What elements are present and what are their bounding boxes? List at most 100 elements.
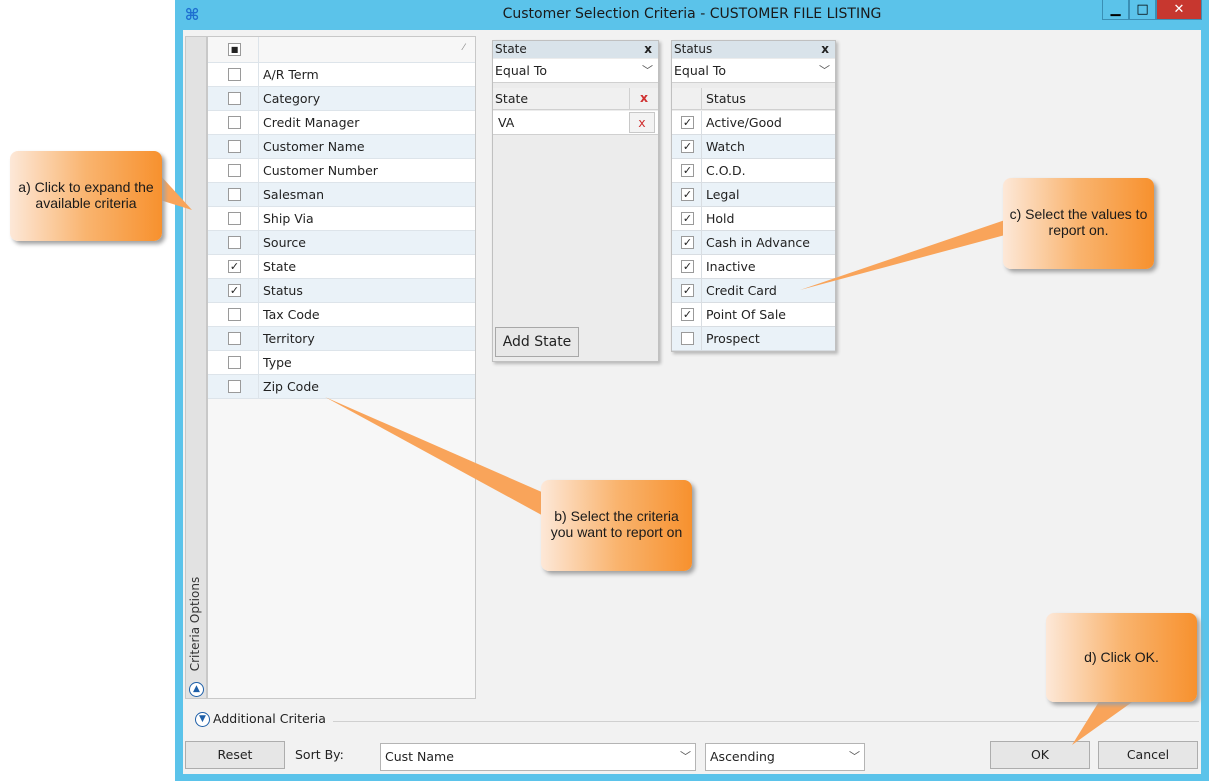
close-button[interactable]: ✕ xyxy=(1156,0,1202,20)
criteria-row[interactable]: Credit Manager xyxy=(208,111,475,135)
status-checkbox[interactable]: ✓ xyxy=(681,308,694,321)
sort-by-label: Sort By: xyxy=(295,747,344,762)
criteria-row[interactable]: Customer Number xyxy=(208,159,475,183)
status-checkbox[interactable]: ✓ xyxy=(681,212,694,225)
criteria-label: Category xyxy=(263,91,321,106)
status-row[interactable]: Prospect xyxy=(672,327,835,351)
expand-up-icon[interactable]: ▲ xyxy=(189,682,204,697)
status-label: Credit Card xyxy=(706,283,777,298)
status-checkbox[interactable]: ✓ xyxy=(681,164,694,177)
status-checkbox[interactable]: ✓ xyxy=(681,188,694,201)
status-checkbox[interactable]: ✓ xyxy=(681,260,694,273)
criteria-row[interactable]: Source xyxy=(208,231,475,255)
status-checkbox[interactable]: ✓ xyxy=(681,116,694,129)
criteria-label: Credit Manager xyxy=(263,115,360,130)
remove-state-icon[interactable]: x xyxy=(629,112,655,133)
resize-grip-icon[interactable]: ⁄ xyxy=(463,43,465,53)
criteria-list: ■ ⁄ A/R Term Category Credit Manager Custom… xyxy=(207,36,476,699)
criteria-checkbox[interactable] xyxy=(228,308,241,321)
criteria-checkbox[interactable]: ✓ xyxy=(228,284,241,297)
criteria-row[interactable]: Zip Code xyxy=(208,375,475,399)
callout-a: a) Click to expand the available criteri… xyxy=(10,151,162,241)
criteria-row[interactable]: Type xyxy=(208,351,475,375)
column-divider xyxy=(258,111,259,135)
criteria-row[interactable]: A/R Term xyxy=(208,63,475,87)
maximize-button[interactable]: □ xyxy=(1129,0,1156,20)
criteria-row[interactable]: Tax Code xyxy=(208,303,475,327)
state-value-row[interactable]: VA x xyxy=(493,111,658,135)
criteria-options-tab[interactable]: Criteria Options ▲ xyxy=(185,36,207,699)
criteria-row[interactable]: Customer Name xyxy=(208,135,475,159)
criteria-checkbox[interactable] xyxy=(228,236,241,249)
criteria-row[interactable]: Salesman xyxy=(208,183,475,207)
criteria-options-label: Criteria Options xyxy=(188,576,202,672)
status-row[interactable]: ✓ Active/Good xyxy=(672,111,835,135)
minimize-button[interactable]: ▁ xyxy=(1102,0,1129,20)
criteria-checkbox[interactable] xyxy=(228,116,241,129)
criteria-label: State xyxy=(263,259,297,274)
criteria-row[interactable]: Category xyxy=(208,87,475,111)
criteria-row[interactable]: ✓ State xyxy=(208,255,475,279)
criteria-checkbox[interactable] xyxy=(228,332,241,345)
criteria-checkbox[interactable]: ✓ xyxy=(228,260,241,273)
column-divider xyxy=(701,135,702,159)
criteria-label: Customer Name xyxy=(263,139,365,154)
criteria-checkbox[interactable] xyxy=(228,212,241,225)
criteria-checkbox[interactable] xyxy=(228,68,241,81)
status-checkbox[interactable]: ✓ xyxy=(681,236,694,249)
criteria-row[interactable]: Territory xyxy=(208,327,475,351)
select-all-checkbox[interactable]: ■ xyxy=(228,43,241,56)
status-panel-title: Status xyxy=(674,42,713,56)
status-column-header: Status xyxy=(672,88,835,110)
criteria-checkbox[interactable] xyxy=(228,164,241,177)
status-row[interactable]: ✓ C.O.D. xyxy=(672,159,835,183)
status-panel-close-icon[interactable]: x xyxy=(821,41,829,58)
criteria-checkbox[interactable] xyxy=(228,188,241,201)
status-row[interactable]: ✓ Cash in Advance xyxy=(672,231,835,255)
callout-d-text: d) Click OK. xyxy=(1084,649,1159,665)
status-label: Cash in Advance xyxy=(706,235,810,250)
status-row[interactable]: ✓ Hold xyxy=(672,207,835,231)
status-checkbox[interactable] xyxy=(681,332,694,345)
criteria-list-header: ■ ⁄ xyxy=(208,37,475,63)
criteria-checkbox[interactable] xyxy=(228,356,241,369)
criteria-checkbox[interactable] xyxy=(228,380,241,393)
callout-c: c) Select the values to report on. xyxy=(1003,178,1154,269)
additional-criteria-toggle[interactable]: Additional Criteria xyxy=(213,711,326,726)
state-panel-close-icon[interactable]: x xyxy=(644,41,652,58)
column-divider xyxy=(701,231,702,255)
cancel-button[interactable]: Cancel xyxy=(1098,741,1198,769)
divider xyxy=(333,721,1199,722)
status-label: Watch xyxy=(706,139,745,154)
column-divider xyxy=(258,231,259,255)
chevron-down-icon: ﹀ xyxy=(642,64,653,77)
status-row[interactable]: ✓ Watch xyxy=(672,135,835,159)
state-operator-select[interactable]: Equal To ﹀ xyxy=(493,59,658,83)
sort-order-select[interactable]: Ascending ﹀ xyxy=(705,743,865,771)
status-row[interactable]: ✓ Credit Card xyxy=(672,279,835,303)
ok-button[interactable]: OK xyxy=(990,741,1090,769)
criteria-checkbox[interactable] xyxy=(228,92,241,105)
status-checkbox[interactable]: ✓ xyxy=(681,284,694,297)
criteria-row[interactable]: ✓ Status xyxy=(208,279,475,303)
state-column-label: State xyxy=(495,91,529,106)
window-title: Customer Selection Criteria - CUSTOMER F… xyxy=(502,6,882,22)
status-column-label: Status xyxy=(706,91,746,106)
sort-order-value: Ascending xyxy=(710,749,775,764)
status-row[interactable]: ✓ Legal xyxy=(672,183,835,207)
status-row[interactable]: ✓ Inactive xyxy=(672,255,835,279)
sort-by-select[interactable]: Cust Name ﹀ xyxy=(380,743,696,771)
status-operator-select[interactable]: Equal To ﹀ xyxy=(672,59,835,83)
expand-down-icon[interactable]: ▼ xyxy=(195,712,210,727)
status-row[interactable]: ✓ Point Of Sale xyxy=(672,303,835,327)
column-divider xyxy=(701,183,702,207)
state-panel-title: State xyxy=(495,42,527,56)
remove-all-icon[interactable]: x xyxy=(629,88,658,110)
criteria-label: Type xyxy=(263,355,292,370)
criteria-row[interactable]: Ship Via xyxy=(208,207,475,231)
criteria-checkbox[interactable] xyxy=(228,140,241,153)
add-state-button[interactable]: Add State xyxy=(495,327,579,357)
title-bar[interactable]: ⌘ Customer Selection Criteria - CUSTOMER… xyxy=(175,0,1209,30)
status-checkbox[interactable]: ✓ xyxy=(681,140,694,153)
reset-button[interactable]: Reset xyxy=(185,741,285,769)
